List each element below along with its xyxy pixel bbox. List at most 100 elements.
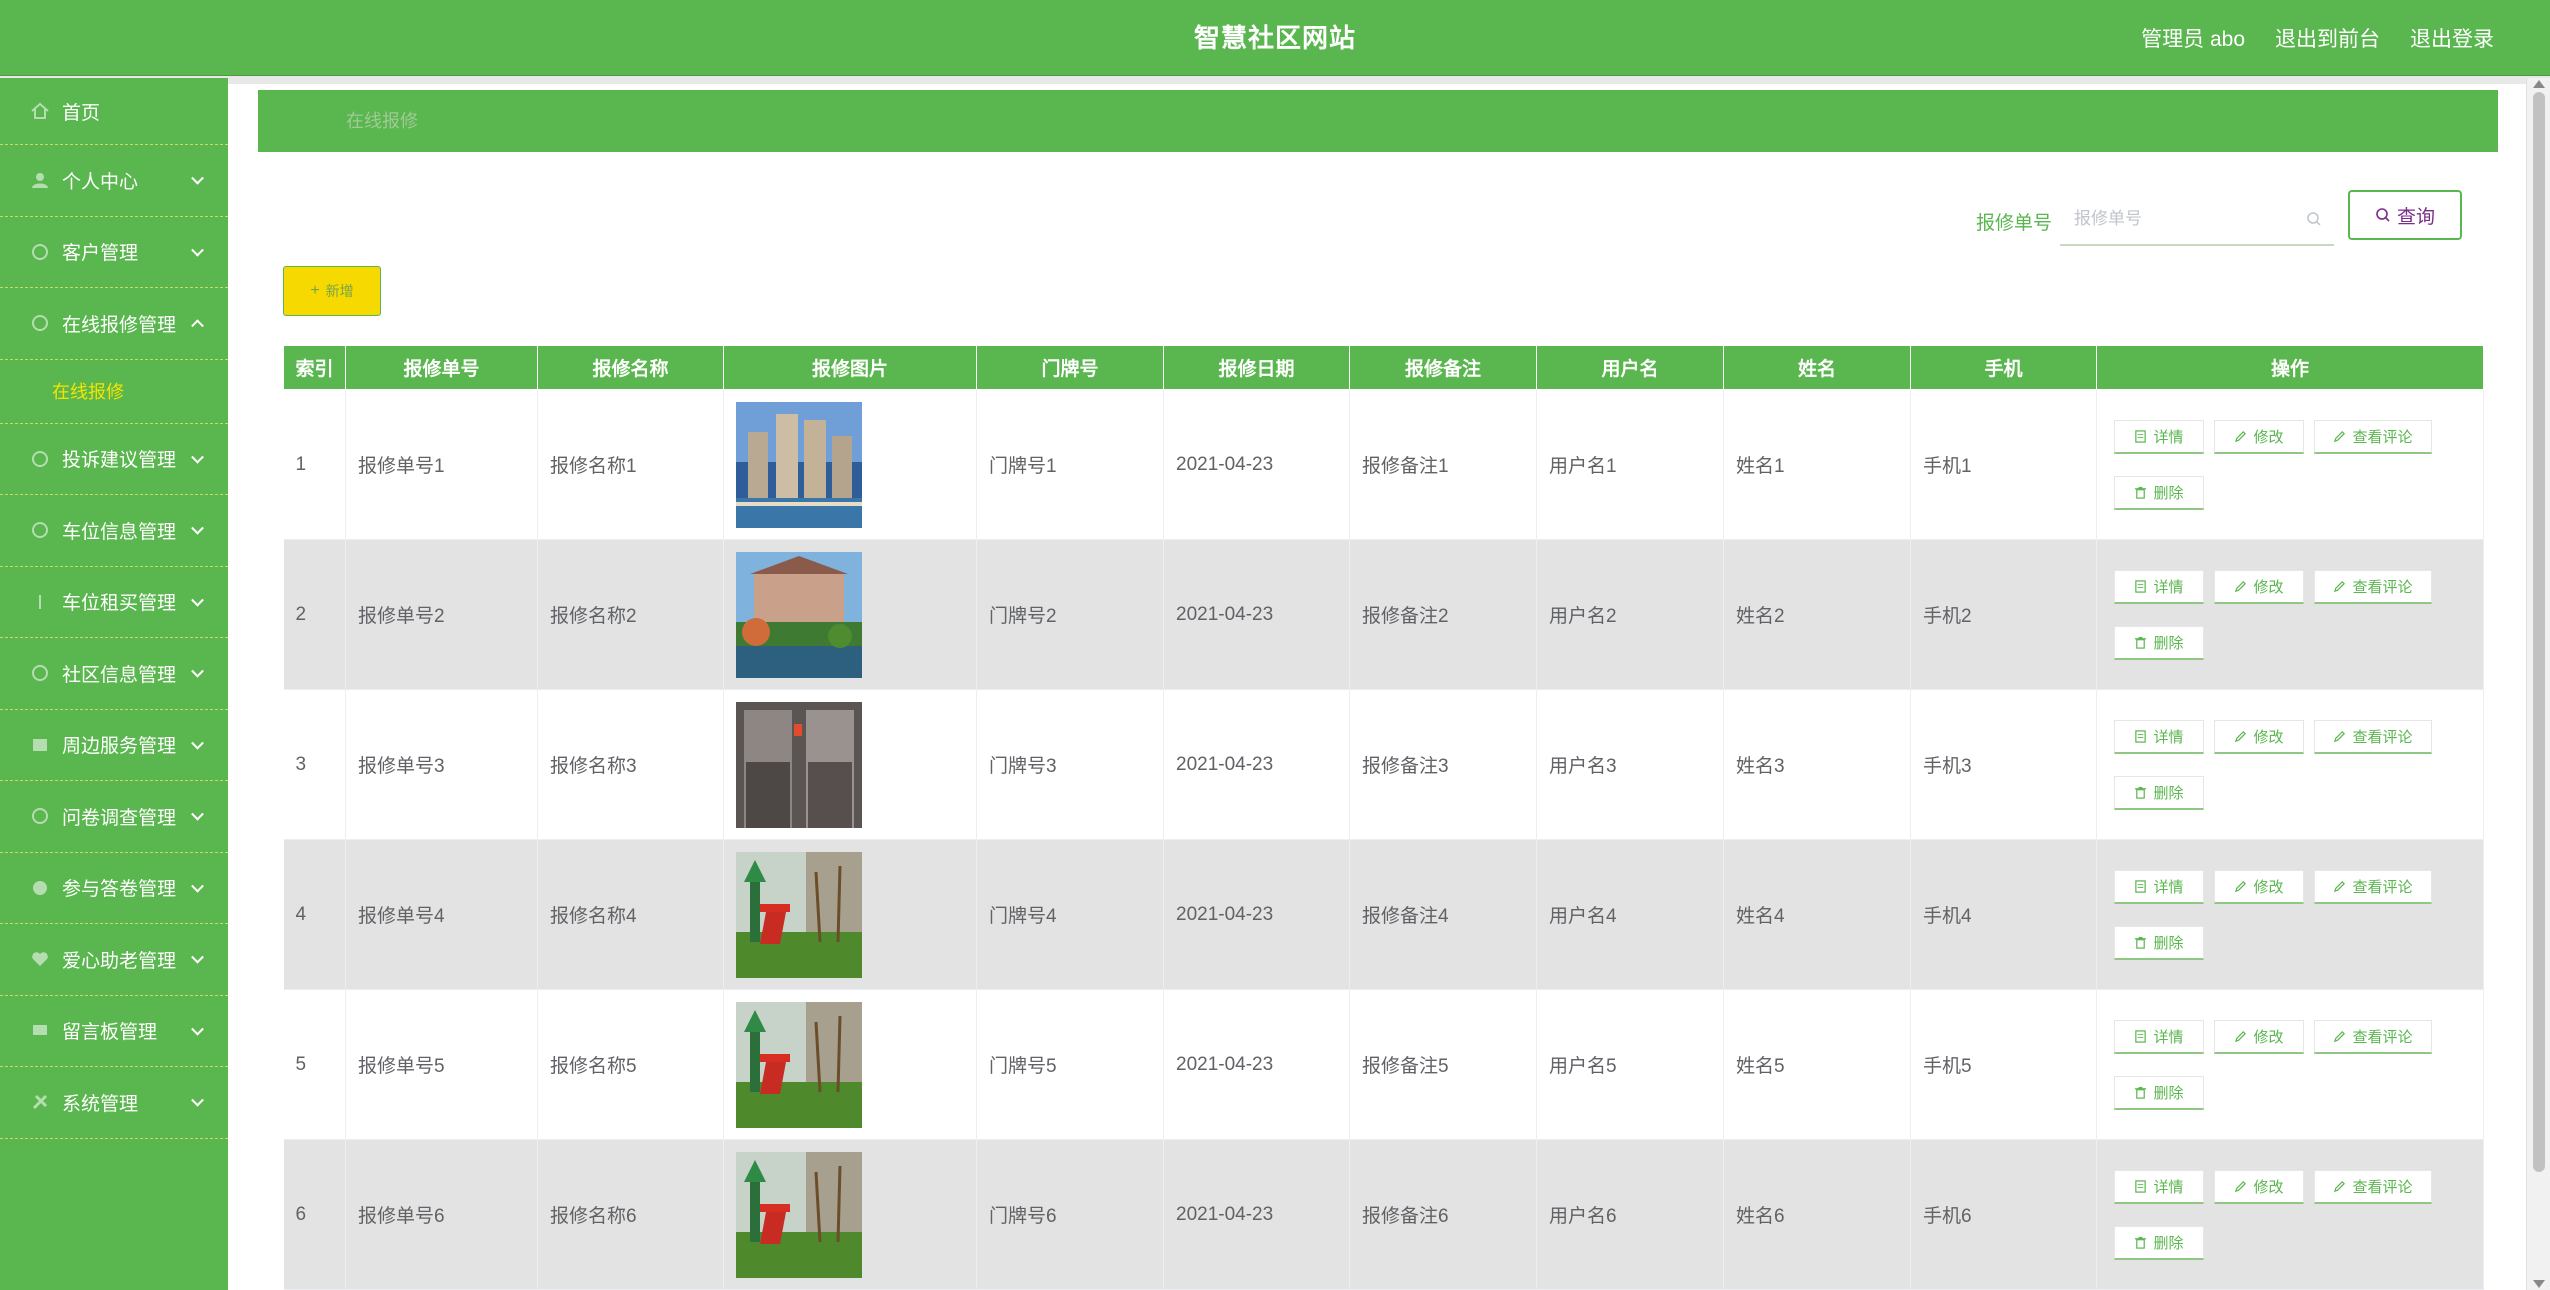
- scrollbar-thumb[interactable]: [2533, 92, 2545, 1172]
- sidebar-item-answers[interactable]: 参与答卷管理: [0, 853, 228, 924]
- repair-image[interactable]: [736, 1001, 862, 1128]
- edit-icon: [2334, 580, 2346, 592]
- search-input[interactable]: [2060, 196, 2290, 242]
- view-comments-button-label: 查看评论: [2352, 1028, 2413, 1046]
- sidebar-item-personal-center[interactable]: 个人中心: [0, 145, 228, 217]
- scroll-down-arrow-icon[interactable]: [2533, 1280, 2545, 1288]
- cell-repair-date: 2021-04-23: [1163, 1139, 1350, 1290]
- sidebar-item-label: 周边服务管理: [62, 736, 177, 758]
- cell-door-number: 门牌号2: [976, 539, 1164, 690]
- edit-button-label: 修改: [2253, 1178, 2284, 1196]
- exit-to-front-link[interactable]: 退出到前台: [2275, 23, 2380, 53]
- view-comments-button[interactable]: 查看评论: [2314, 419, 2432, 454]
- sidebar-item-parking-info[interactable]: 车位信息管理: [0, 495, 228, 567]
- column-header: 用户名: [1536, 345, 1724, 390]
- breadcrumb[interactable]: 在线报修: [346, 90, 418, 152]
- delete-button[interactable]: 删除: [2114, 1075, 2204, 1110]
- delete-button[interactable]: 删除: [2114, 625, 2204, 660]
- cell-door-number: 门牌号6: [976, 1139, 1164, 1290]
- top-links: 管理员 abo 退出到前台 退出登录: [2141, 0, 2494, 76]
- edit-button[interactable]: 修改: [2214, 869, 2304, 904]
- repair-image[interactable]: [736, 701, 862, 828]
- cell-order-number: 报修单号5: [345, 989, 538, 1140]
- cell-username: 用户名1: [1536, 389, 1724, 540]
- detail-button-label: 详情: [2153, 1178, 2184, 1196]
- cell-repair-date: 2021-04-23: [1163, 389, 1350, 540]
- sidebar-item-home[interactable]: 首页: [0, 78, 228, 145]
- delete-button[interactable]: 删除: [2114, 925, 2204, 960]
- cell-real-name: 姓名3: [1723, 689, 1911, 840]
- cell-repair-image: [723, 1139, 977, 1290]
- sidebar-item-survey[interactable]: 问卷调查管理: [0, 781, 228, 853]
- chevron-down-icon: [191, 522, 204, 535]
- delete-button[interactable]: 删除: [2114, 775, 2204, 810]
- sidebar-item-nearby-services[interactable]: 周边服务管理: [0, 710, 228, 781]
- sidebar-item-repair[interactable]: 在线报修管理: [0, 288, 228, 360]
- view-comments-button[interactable]: 查看评论: [2314, 569, 2432, 604]
- detail-button[interactable]: 详情: [2114, 869, 2204, 904]
- service-icon: [33, 738, 47, 751]
- repair-image[interactable]: [736, 851, 862, 978]
- edit-button[interactable]: 修改: [2214, 569, 2304, 604]
- cell-username: 用户名4: [1536, 839, 1724, 990]
- cell-order-number: 报修单号4: [345, 839, 538, 990]
- sidebar-item-complaints[interactable]: 投诉建议管理: [0, 424, 228, 495]
- repair-image[interactable]: [736, 551, 862, 678]
- edit-icon: [2334, 1180, 2346, 1192]
- detail-button[interactable]: 详情: [2114, 1019, 2204, 1054]
- edit-icon: [2235, 730, 2247, 742]
- view-comments-button[interactable]: 查看评论: [2314, 1019, 2432, 1054]
- cell-phone: 手机2: [1910, 539, 2097, 690]
- detail-button[interactable]: 详情: [2114, 569, 2204, 604]
- cell-order-number: 报修单号2: [345, 539, 538, 690]
- document-icon: [2135, 879, 2147, 893]
- view-comments-button-label: 查看评论: [2352, 578, 2413, 596]
- view-comments-button[interactable]: 查看评论: [2314, 869, 2432, 904]
- detail-button[interactable]: 详情: [2114, 419, 2204, 454]
- message-icon: [33, 1024, 47, 1035]
- sidebar-item-system[interactable]: 系统管理: [0, 1067, 228, 1139]
- cell-actions: 详情 修改 查看评论删除: [2096, 539, 2484, 690]
- logout-link[interactable]: 退出登录: [2410, 23, 2494, 53]
- sidebar-item-community-info[interactable]: 社区信息管理: [0, 638, 228, 710]
- query-button[interactable]: 查询: [2348, 190, 2462, 240]
- repair-image[interactable]: [736, 401, 862, 528]
- delete-button[interactable]: 删除: [2114, 1225, 2204, 1260]
- detail-button[interactable]: 详情: [2114, 719, 2204, 754]
- delete-button[interactable]: 删除: [2114, 475, 2204, 510]
- scroll-up-arrow-icon[interactable]: [2533, 80, 2545, 88]
- sidebar-item-label: 参与答卷管理: [62, 879, 177, 901]
- sidebar-item-elderly-care[interactable]: 爱心助老管理: [0, 924, 228, 996]
- column-header: 报修单号: [345, 345, 538, 390]
- edit-button[interactable]: 修改: [2214, 1019, 2304, 1054]
- top-header: 智慧社区网站 管理员 abo 退出到前台 退出登录: [0, 0, 2550, 76]
- sidebar-subitem-label: 在线报修: [52, 382, 124, 402]
- sidebar-item-label: 车位租买管理: [62, 593, 177, 615]
- column-header: 报修名称: [537, 345, 724, 390]
- admin-user-link[interactable]: 管理员 abo: [2141, 23, 2245, 53]
- vertical-scrollbar[interactable]: [2526, 78, 2550, 1290]
- sidebar-subitem-online-repair[interactable]: 在线报修: [0, 360, 228, 424]
- add-button[interactable]: + 新增: [283, 266, 381, 316]
- sidebar-item-parking-rent[interactable]: 车位租买管理: [0, 567, 228, 638]
- table-row: 1 报修单号1 报修名称1 门牌号1 2021-04-23 报修备注1 用户名1 姓名1 手机1…: [283, 389, 2484, 540]
- cell-repair-date: 2021-04-23: [1163, 539, 1350, 690]
- view-comments-button[interactable]: 查看评论: [2314, 719, 2432, 754]
- parking-icon: [32, 522, 48, 539]
- trash-icon: [2135, 1236, 2147, 1249]
- delete-button-label: 删除: [2153, 484, 2184, 502]
- column-header: 报修图片: [723, 345, 977, 390]
- sidebar-item-message-board[interactable]: 留言板管理: [0, 996, 228, 1067]
- repair-image[interactable]: [736, 1151, 862, 1278]
- edit-button-label: 修改: [2253, 428, 2284, 446]
- view-comments-button[interactable]: 查看评论: [2314, 1169, 2432, 1204]
- edit-button[interactable]: 修改: [2214, 719, 2304, 754]
- cell-repair-name: 报修名称2: [537, 539, 724, 690]
- cell-phone: 手机4: [1910, 839, 2097, 990]
- document-icon: [2135, 1029, 2147, 1043]
- edit-button[interactable]: 修改: [2214, 419, 2304, 454]
- edit-button[interactable]: 修改: [2214, 1169, 2304, 1204]
- chevron-down-icon: [191, 665, 204, 678]
- detail-button[interactable]: 详情: [2114, 1169, 2204, 1204]
- sidebar-item-customers[interactable]: 客户管理: [0, 217, 228, 288]
